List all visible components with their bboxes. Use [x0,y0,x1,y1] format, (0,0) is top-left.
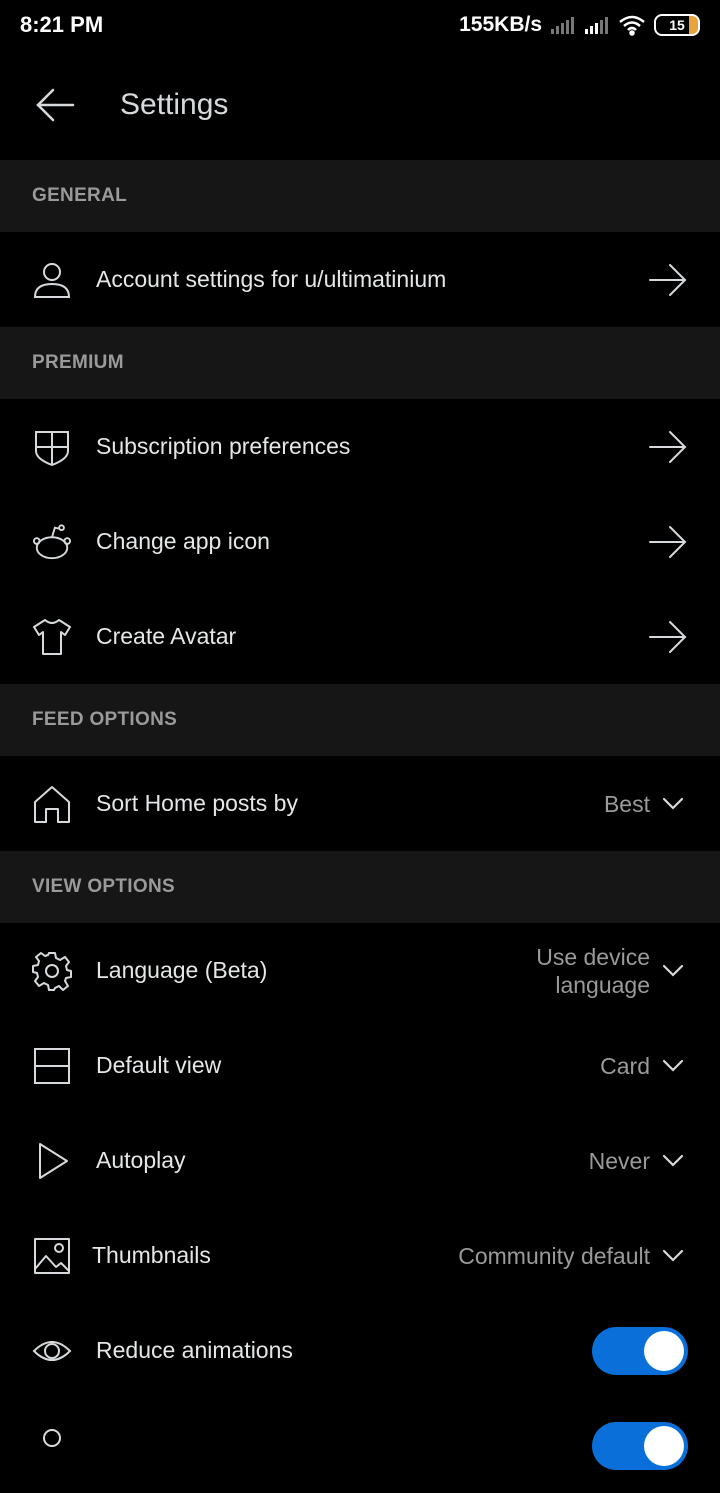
settings-list: GENERAL Account settings for u/ultimatin… [0,160,720,1493]
page-title: Settings [120,88,229,121]
home-icon [32,784,72,824]
eye-icon [32,1331,72,1371]
status-icons: 155KB/s 15 [459,13,700,37]
app-bar: Settings [0,50,720,160]
status-bar: 8:21 PM 155KB/s 15 [0,0,720,50]
back-button[interactable] [0,50,110,160]
section-header-feed-options: FEED OPTIONS [0,684,720,756]
arrow-left-icon [36,88,75,122]
partial-row [0,1398,720,1493]
autoplay-value: Never [588,1147,650,1174]
reduce-animations-label: Reduce animations [96,1337,293,1363]
battery-level: 15 [669,17,685,33]
autoplay-label: Autoplay [96,1147,186,1173]
chevron-down-icon [658,956,688,986]
gear-icon [32,951,72,991]
play-icon [32,1141,72,1181]
reddit-alien-icon [32,522,72,562]
wifi-icon [618,14,646,36]
user-icon [32,260,72,300]
thumbnails-value: Community default [458,1242,650,1269]
thumbnails-label: Thumbnails [92,1242,211,1268]
arrow-right-icon [648,620,688,653]
partial-row-toggle[interactable] [592,1421,688,1470]
create-avatar-row[interactable]: Create Avatar [0,589,720,684]
image-icon [32,1236,72,1276]
sort-home-posts-row[interactable]: Sort Home posts by Best [0,756,720,851]
change-app-icon-row[interactable]: Change app icon [0,494,720,589]
section-header-premium: PREMIUM [0,327,720,399]
language-value: Use device language [536,943,650,998]
account-settings-row[interactable]: Account settings for u/ultimatinium [0,232,720,327]
arrow-right-icon [648,263,688,296]
reduce-animations-row[interactable]: Reduce animations [0,1303,720,1398]
chevron-down-icon [658,1146,688,1176]
chevron-down-icon [658,789,688,819]
toggle-knob [644,1330,684,1371]
card-view-icon [32,1046,72,1086]
sort-home-posts-label: Sort Home posts by [96,790,298,816]
shield-icon [32,427,72,467]
network-speed: 155KB/s [459,13,542,36]
create-avatar-label: Create Avatar [96,623,237,649]
chevron-down-icon [658,1241,688,1271]
thumbnails-row[interactable]: Thumbnails Community default [0,1208,720,1303]
default-view-row[interactable]: Default view Card [0,1018,720,1113]
section-header-general: GENERAL [0,160,720,232]
arrow-right-icon [648,525,688,558]
signal-icon [550,15,576,35]
user-icon [32,1426,72,1466]
language-row[interactable]: Language (Beta) Use device language [0,923,720,1018]
default-view-value: Card [600,1052,650,1079]
change-app-icon-label: Change app icon [96,528,270,554]
status-time: 8:21 PM [20,12,104,37]
language-label: Language (Beta) [96,957,268,983]
subscription-preferences-row[interactable]: Subscription preferences [0,399,720,494]
account-settings-label: Account settings for u/ultimatinium [96,266,447,292]
default-view-label: Default view [96,1052,222,1078]
reduce-animations-toggle[interactable] [592,1326,688,1375]
autoplay-row[interactable]: Autoplay Never [0,1113,720,1208]
battery-icon: 15 [654,14,700,36]
toggle-knob [644,1425,684,1466]
shirt-icon [32,617,72,657]
chevron-down-icon [658,1051,688,1081]
subscription-preferences-label: Subscription preferences [96,433,351,459]
sort-home-posts-value: Best [603,790,650,817]
section-header-view-options: VIEW OPTIONS [0,851,720,923]
arrow-right-icon [648,430,688,463]
signal-icon-2 [584,15,610,35]
